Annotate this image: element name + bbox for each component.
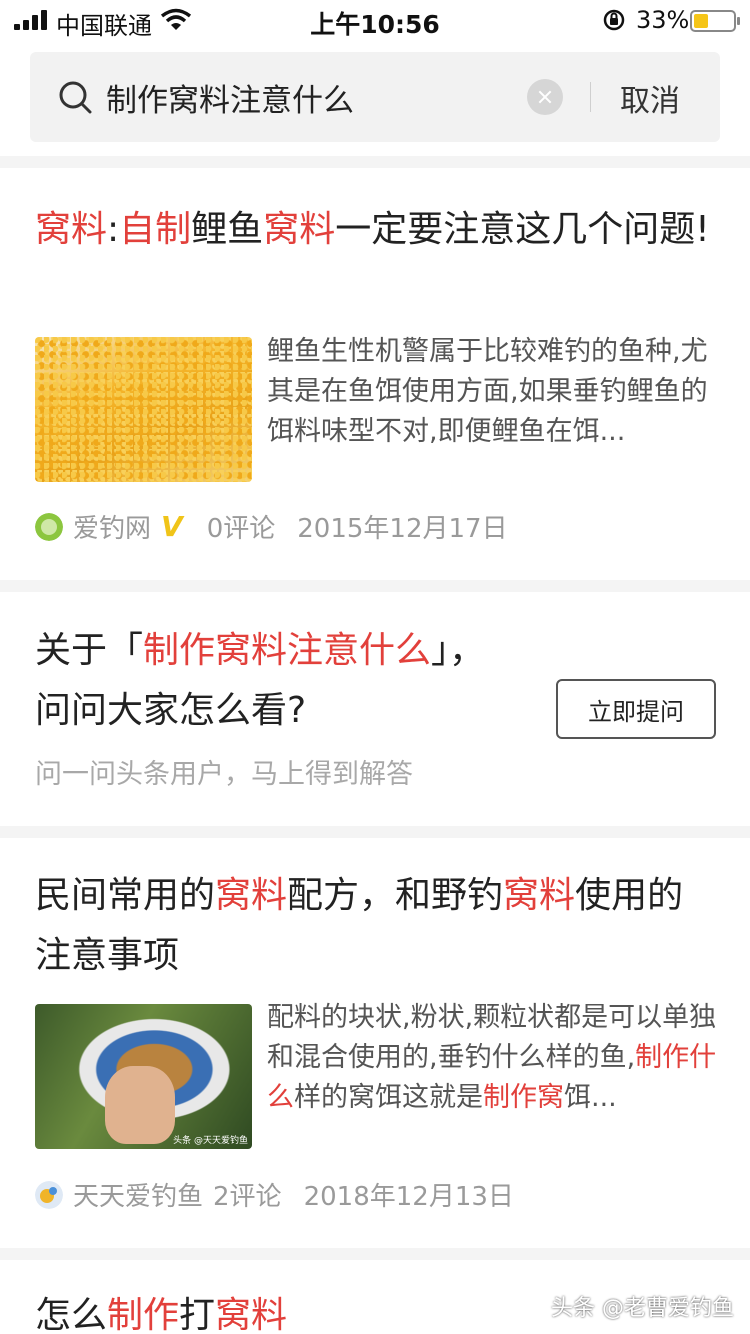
text-run: 鲤鱼生性机警属于比较难钓的鱼种,尤其是在鱼饵使用方面,如果垂钓鲤鱼的饵料味型不对… [267,336,708,447]
ask-keyword: 制作窝料注意什么 [143,630,432,671]
result-abstract: 鲤鱼生性机警属于比较难钓的鱼种,尤其是在鱼饵使用方面,如果垂钓鲤鱼的饵料味型不对… [267,332,717,452]
orientation-lock-icon [603,9,625,31]
source-name[interactable]: 天天爱钓鱼 [73,1176,203,1213]
result-thumbnail[interactable] [35,337,252,482]
text-run: 民间常用的 [35,875,216,916]
status-bar: 中国联通 上午10:56 33% [0,0,750,40]
publish-date: 2018年12月13日 [303,1182,514,1212]
divider [0,156,750,168]
ask-subtitle: 问一问头条用户，马上得到解答 [35,759,413,790]
ask-line2: 问问大家怎么看? [35,690,307,731]
highlight-text: 制作 [107,1295,180,1334]
divider [0,1248,750,1260]
search-bar: 取消 [30,52,720,142]
search-icon [59,81,92,114]
highlight-text: 窝料 [503,875,576,916]
text-run: 样的窝饵这就是 [294,1082,483,1113]
result-abstract: 配料的块状,粉状,颗粒状都是可以单独和混合使用的,垂钓什么样的鱼,制作什么样的窝… [267,998,717,1118]
result-meta: 爱钓网 V 0评论 2015年12月17日 [35,508,508,545]
text-run: 鲤鱼 [191,209,264,250]
ask-prefix: 关于「 [35,630,144,671]
search-divider [590,82,591,112]
comment-count: 0评论 [206,514,276,544]
highlight-text: 窝料 [35,209,108,250]
highlight-text: 窝料 [215,875,288,916]
divider [0,826,750,838]
publish-date: 2015年12月17日 [297,514,508,544]
text-run: 一定要注意这几个问题! [335,209,710,250]
highlight-text: 自制 [119,209,192,250]
battery-level [694,14,708,28]
verified-badge: V [161,510,183,543]
highlight-text: 窝料 [215,1295,288,1334]
result-thumbnail[interactable]: 头条 @天天爱钓鱼 [35,1004,252,1149]
text-run: 打 [179,1295,216,1334]
battery-percent: 33% [636,6,690,34]
result-title[interactable]: 民间常用的窝料配方，和野钓窝料使用的注意事项 [35,866,715,986]
search-input[interactable] [106,72,526,122]
result-card-1[interactable]: 窝料:自制鲤鱼窝料一定要注意这几个问题! 鲤鱼生性机警属于比较难钓的鱼种,尤其是… [0,168,750,580]
hand-image [105,1066,175,1144]
comment-count: 2评论 [213,1182,282,1212]
source-avatar [35,1180,63,1209]
ask-prompt: 关于「制作窝料注意什么」， 问问大家怎么看? [35,621,485,741]
divider [0,580,750,592]
highlight-text: 制作窝 [483,1082,564,1113]
source-name[interactable]: 爱钓网 [73,508,151,545]
clear-search-icon[interactable] [527,79,563,115]
source-avatar [35,512,63,541]
text-run: : [107,209,120,250]
battery-icon [690,10,740,32]
result-card-2[interactable]: 民间常用的窝料配方，和野钓窝料使用的注意事项 头条 @天天爱钓鱼 配料的块状,粉… [0,838,750,1248]
text-run: 怎么 [35,1295,108,1334]
result-meta: 天天爱钓鱼 2评论 2018年12月13日 [35,1176,514,1213]
ask-suffix: 」， [431,630,486,671]
thumbnail-watermark: 头条 @天天爱钓鱼 [173,1136,248,1146]
ask-now-button[interactable]: 立即提问 [556,679,716,739]
cancel-button[interactable]: 取消 [620,76,680,120]
highlight-text: 窝料 [263,209,336,250]
text-run: 配方，和野钓 [287,875,504,916]
result-title[interactable]: 窝料:自制鲤鱼窝料一定要注意这几个问题! [35,200,715,260]
page-watermark: 头条 @老曹爱钓鱼 [551,1296,734,1321]
text-run: 饵... [564,1082,617,1113]
